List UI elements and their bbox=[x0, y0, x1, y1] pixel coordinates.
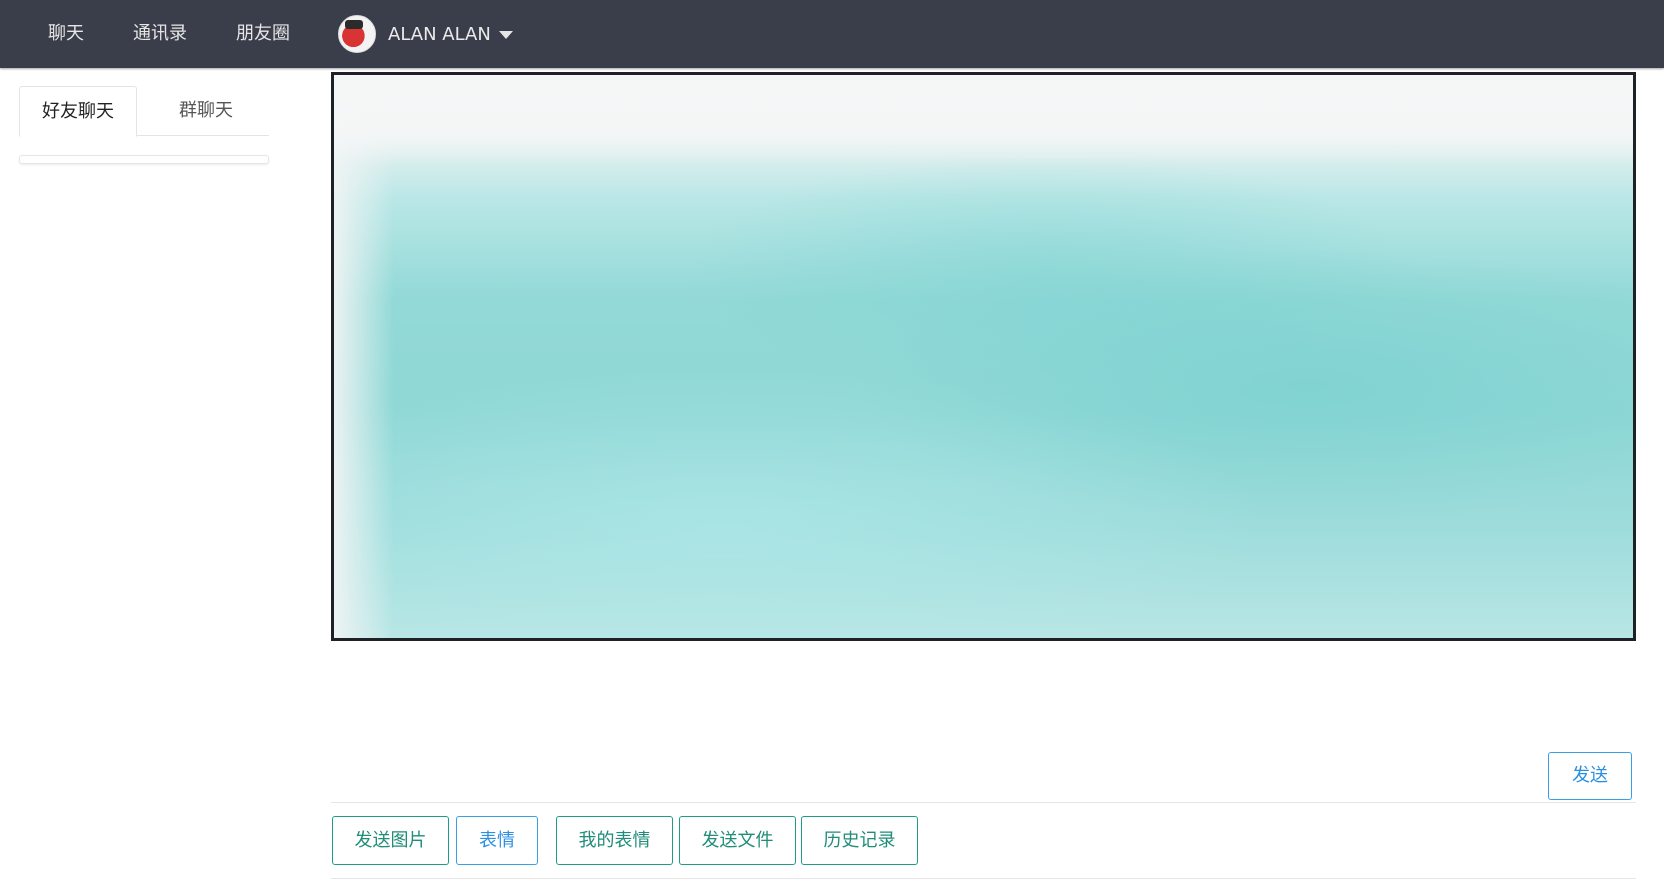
watercolor-top bbox=[334, 75, 1633, 165]
tab-friend-chat[interactable]: 好友聊天 bbox=[19, 86, 137, 137]
divider bbox=[331, 802, 1636, 803]
divider bbox=[331, 878, 1636, 879]
my-emoji-button[interactable]: 我的表情 bbox=[556, 816, 673, 865]
friend-list bbox=[19, 155, 269, 164]
top-navbar: 聊天 通讯录 朋友圈 ALAN ALAN bbox=[0, 0, 1664, 68]
send-image-button[interactable]: 发送图片 bbox=[332, 816, 449, 865]
history-button[interactable]: 历史记录 bbox=[801, 816, 918, 865]
chat-message-area bbox=[331, 72, 1636, 641]
send-button[interactable]: 发送 bbox=[1548, 752, 1632, 800]
nav-item-contacts[interactable]: 通讯录 bbox=[133, 0, 187, 68]
user-menu[interactable]: ALAN ALAN bbox=[338, 0, 513, 68]
tab-group-chat[interactable]: 群聊天 bbox=[147, 86, 265, 137]
caret-down-icon[interactable] bbox=[498, 31, 513, 39]
nav-item-moments[interactable]: 朋友圈 bbox=[236, 0, 290, 68]
nav-item-chat[interactable]: 聊天 bbox=[48, 0, 84, 68]
chat-type-tabs: 好友聊天 群聊天 bbox=[19, 86, 269, 137]
send-file-button[interactable]: 发送文件 bbox=[679, 816, 796, 865]
user-name[interactable]: ALAN ALAN bbox=[388, 24, 491, 45]
emoji-button[interactable]: 表情 bbox=[456, 816, 538, 865]
avatar[interactable] bbox=[338, 15, 376, 53]
